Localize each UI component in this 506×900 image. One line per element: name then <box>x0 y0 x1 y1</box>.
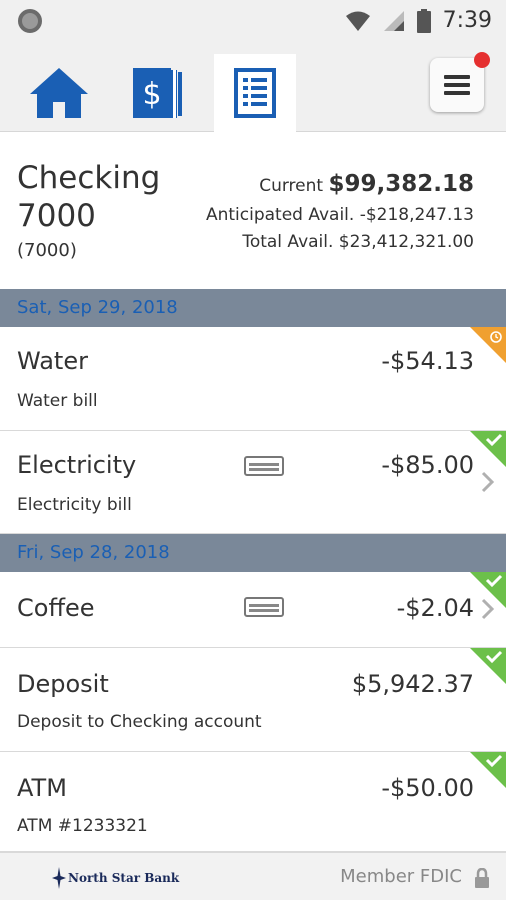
register-icon <box>234 68 276 118</box>
notification-dot-icon <box>18 9 42 33</box>
north-star-logo-icon <box>52 867 66 889</box>
lock-icon <box>475 868 489 888</box>
transaction-description: Water bill <box>17 391 98 411</box>
status-bar: 7:39 <box>0 0 506 44</box>
tab-home[interactable] <box>18 54 100 132</box>
transaction-row[interactable]: Coffee -$2.04 <box>0 572 506 648</box>
transaction-amount: -$54.13 <box>381 347 474 375</box>
transaction-row[interactable]: ATM -$50.00 ATM #1233321 <box>0 752 506 852</box>
current-balance-value: $99,382.18 <box>328 171 474 197</box>
account-summary[interactable]: Checking 7000 (7000) Current $99,382.18 … <box>0 133 506 289</box>
bank-logo: North Star Bank <box>52 867 179 889</box>
transaction-name: Water <box>17 347 88 375</box>
transaction-amount: -$85.00 <box>381 451 474 479</box>
cleared-check-icon <box>470 572 506 608</box>
bank-name: North Star Bank <box>68 871 180 885</box>
pending-clock-icon <box>470 327 506 363</box>
tab-bar: $ <box>0 44 506 132</box>
cleared-check-icon <box>470 648 506 684</box>
cleared-check-icon <box>470 752 506 788</box>
wifi-icon <box>345 11 370 31</box>
current-balance-label: Current <box>259 176 329 196</box>
transaction-description: ATM #1233321 <box>17 816 148 836</box>
transaction-amount: -$2.04 <box>396 594 474 622</box>
battery-icon <box>416 8 431 33</box>
card-icon <box>244 597 284 617</box>
date-header: Fri, Sep 28, 2018 <box>0 534 506 572</box>
transaction-name: Electricity <box>17 451 137 479</box>
transaction-description: Deposit to Checking account <box>17 712 262 732</box>
transaction-name: Coffee <box>17 594 95 622</box>
transaction-row[interactable]: Water -$54.13 Water bill <box>0 327 506 431</box>
dollar-icon: $ <box>133 68 182 118</box>
notification-badge <box>474 52 490 68</box>
tab-accounts[interactable]: $ <box>116 54 198 132</box>
chevron-right-icon[interactable] <box>480 471 496 493</box>
status-indicators: 7:39 <box>345 8 492 33</box>
member-fdic: Member FDIC <box>340 866 462 887</box>
cleared-check-icon <box>470 431 506 467</box>
transaction-description: Electricity bill <box>17 495 132 515</box>
transaction-row[interactable]: Deposit $5,942.37 Deposit to Checking ac… <box>0 648 506 752</box>
menu-button[interactable] <box>430 52 490 112</box>
home-icon <box>30 68 88 118</box>
clock: 7:39 <box>442 8 492 33</box>
transaction-name: ATM <box>17 774 67 802</box>
transaction-amount: -$50.00 <box>381 774 474 802</box>
anticipated-balance: Anticipated Avail. -$218,247.13 <box>205 205 474 225</box>
date-header: Sat, Sep 29, 2018 <box>0 289 506 327</box>
transaction-name: Deposit <box>17 670 109 698</box>
account-name: Checking 7000 <box>17 160 161 234</box>
transaction-amount: $5,942.37 <box>351 670 474 698</box>
card-icon <box>244 456 284 476</box>
footer: North Star Bank Member FDIC <box>0 852 506 900</box>
transaction-row[interactable]: Electricity -$85.00 Electricity bill <box>0 431 506 534</box>
account-number: (7000) <box>17 240 77 261</box>
total-balance: Total Avail. $23,412,321.00 <box>242 232 474 252</box>
tab-register[interactable] <box>214 54 296 132</box>
hamburger-icon <box>444 75 470 95</box>
cell-signal-icon <box>383 10 404 31</box>
current-balance: Current $99,382.18 <box>259 171 474 197</box>
svg-text:$: $ <box>142 77 161 112</box>
